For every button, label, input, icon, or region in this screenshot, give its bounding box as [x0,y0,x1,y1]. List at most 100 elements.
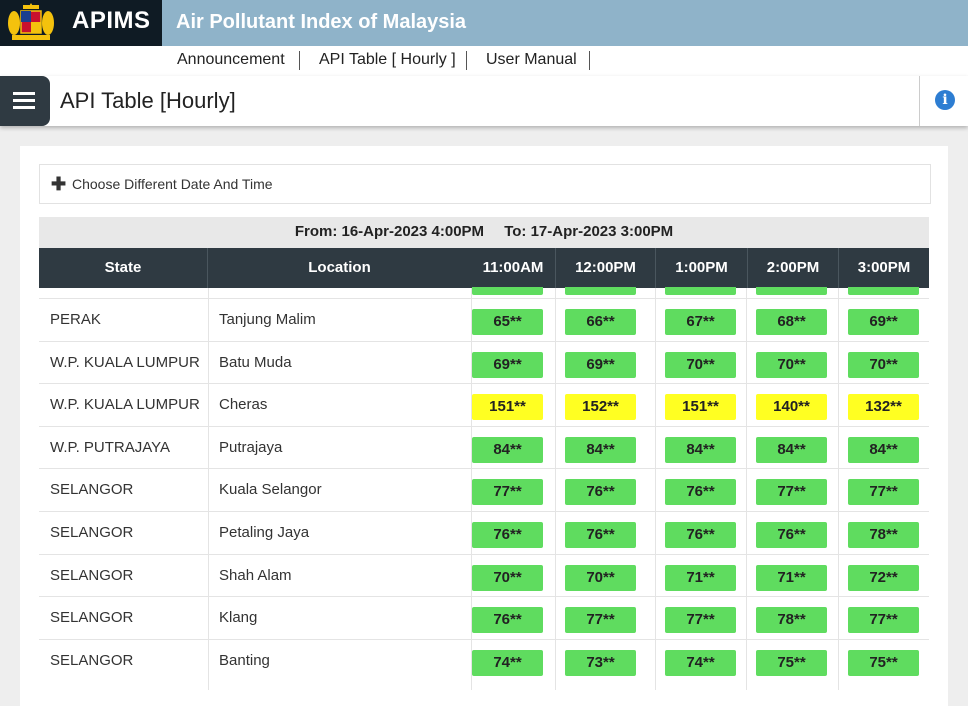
aqi-value-badge: 78** [756,607,827,633]
aqi-value-badge: 151** [665,394,736,420]
state-cell: PERAK [50,311,101,328]
aqi-value-badge: 77** [756,479,827,505]
header-time[interactable]: 3:00PM [839,248,929,288]
aqi-value-badge: 76** [756,522,827,548]
aqi-value-badge: 67** [665,309,736,335]
aqi-value-badge: 152** [565,394,636,420]
state-cell: SELANGOR [50,652,134,669]
aqi-value-badge: 84** [665,437,736,463]
aqi-value-badge: 77** [848,607,919,633]
location-cell: Shah Alam [219,567,292,584]
aqi-value-badge: 69** [565,352,636,378]
nav-separator [466,51,467,70]
aqi-value-badge: 70** [756,352,827,378]
aqi-value-badge: 77** [848,479,919,505]
brand-name: APIMS [72,7,151,34]
top-bar: APIMS Air Pollutant Index of Malaysia [0,0,968,46]
aqi-value-badge: 70** [665,352,736,378]
aqi-badge-partial [756,287,827,295]
header-time[interactable]: 2:00PM [748,248,838,288]
aqi-badge-partial [848,287,919,295]
aqi-value-badge: 132** [848,394,919,420]
table-row[interactable]: SELANGOR Kuala Selangor 77** 76** 76** 77** 77… [39,468,929,511]
info-icon: i [935,90,955,110]
aqi-value-badge: 70** [472,565,543,591]
table-row[interactable]: SELANGOR Petaling Jaya 76** 76** 76** 76** 78*… [39,511,929,554]
nav-api-table-hourly[interactable]: API Table [ Hourly ] [319,51,456,69]
aqi-value-badge: 76** [472,522,543,548]
table-row[interactable]: W.P. KUALA LUMPUR Batu Muda 69** 69** 70** 70… [39,341,929,384]
table-header: State Location 11:00AM 12:00PM 1:00PM 2:… [39,248,929,288]
state-cell: SELANGOR [50,567,134,584]
state-cell: SELANGOR [50,524,134,541]
table-row[interactable]: SELANGOR Banting 74** 73** 74** 75** 75** [39,639,929,682]
date-chooser-label: Choose Different Date And Time [72,176,273,192]
aqi-value-badge: 76** [665,522,736,548]
aqi-value-badge: 75** [848,650,919,676]
site-title: Air Pollutant Index of Malaysia [176,11,467,33]
header-time[interactable]: 1:00PM [656,248,747,288]
state-cell: SELANGOR [50,481,134,498]
header-state[interactable]: State [39,248,207,288]
nav-bar: Announcement API Table [ Hourly ] User M… [0,46,968,76]
header-time[interactable]: 12:00PM [556,248,655,288]
header-location[interactable]: Location [208,248,471,288]
logo-block[interactable]: APIMS [0,0,162,46]
state-cell: W.P. KUALA LUMPUR [50,354,200,371]
aqi-value-badge: 65** [472,309,543,335]
aqi-value-badge: 84** [756,437,827,463]
aqi-value-badge: 71** [756,565,827,591]
location-cell: Putrajaya [219,439,283,456]
aqi-value-badge: 84** [472,437,543,463]
aqi-badge-partial [665,287,736,295]
table-row[interactable]: SELANGOR Shah Alam 70** 70** 71** 71** 72** [39,554,929,597]
location-cell: Tanjung Malim [219,311,316,328]
aqi-value-badge: 66** [565,309,636,335]
location-cell: Cheras [219,396,268,413]
state-cell: SELANGOR [50,609,134,626]
nav-separator [299,51,300,70]
location-cell: Klang [219,609,258,626]
page-title: API Table [Hourly] [60,88,236,113]
table-row[interactable]: W.P. KUALA LUMPUR Cheras 151** 152** 151** 14… [39,383,929,426]
aqi-value-badge: 78** [848,522,919,548]
plus-icon: ✚ [51,174,67,194]
aqi-value-badge: 77** [565,607,636,633]
aqi-value-badge: 76** [565,479,636,505]
location-cell: Banting [219,652,270,669]
aqi-value-badge: 75** [756,650,827,676]
aqi-value-badge: 76** [472,607,543,633]
info-button[interactable]: i [919,76,968,126]
aqi-value-badge: 72** [848,565,919,591]
table-row[interactable]: SELANGOR Klang 76** 77** 77** 78** 77** [39,596,929,639]
aqi-value-badge: 76** [665,479,736,505]
aqi-value-badge: 70** [848,352,919,378]
nav-user-manual[interactable]: User Manual [486,51,577,69]
aqi-value-badge: 84** [848,437,919,463]
date-time-chooser[interactable]: ✚ Choose Different Date And Time [39,164,931,204]
page-title-bar: API Table [Hourly] i [0,76,968,126]
range-from: From: 16-Apr-2023 4:00PM [294,223,485,240]
state-cell: W.P. PUTRAJAYA [50,439,171,456]
malaysia-coat-of-arms-icon [8,3,54,40]
nav-announcement[interactable]: Announcement [177,51,285,69]
aqi-badge-partial [565,287,636,295]
range-to: To: 17-Apr-2023 3:00PM [504,223,674,240]
location-cell: Petaling Jaya [219,524,310,541]
aqi-value-badge: 70** [565,565,636,591]
table-row[interactable]: W.P. PUTRAJAYA Putrajaya 84** 84** 84** 84** 8… [39,426,929,469]
date-range-bar: From: 16-Apr-2023 4:00PM To: 17-Apr-2023… [39,217,929,248]
aqi-value-badge: 69** [472,352,543,378]
location-cell: Batu Muda [219,354,292,371]
hamburger-menu-icon [13,92,35,95]
aqi-value-badge: 84** [565,437,636,463]
aqi-value-badge: 71** [665,565,736,591]
aqi-value-badge: 69** [848,309,919,335]
aqi-value-badge: 140** [756,394,827,420]
aqi-value-badge: 68** [756,309,827,335]
header-time[interactable]: 11:00AM [471,248,555,288]
menu-button[interactable] [0,76,50,126]
table-row[interactable]: PERAK Tanjung Malim 65** 66** 67** 68** 69** [39,298,929,341]
aqi-value-badge: 73** [565,650,636,676]
aqi-value-badge: 74** [665,650,736,676]
